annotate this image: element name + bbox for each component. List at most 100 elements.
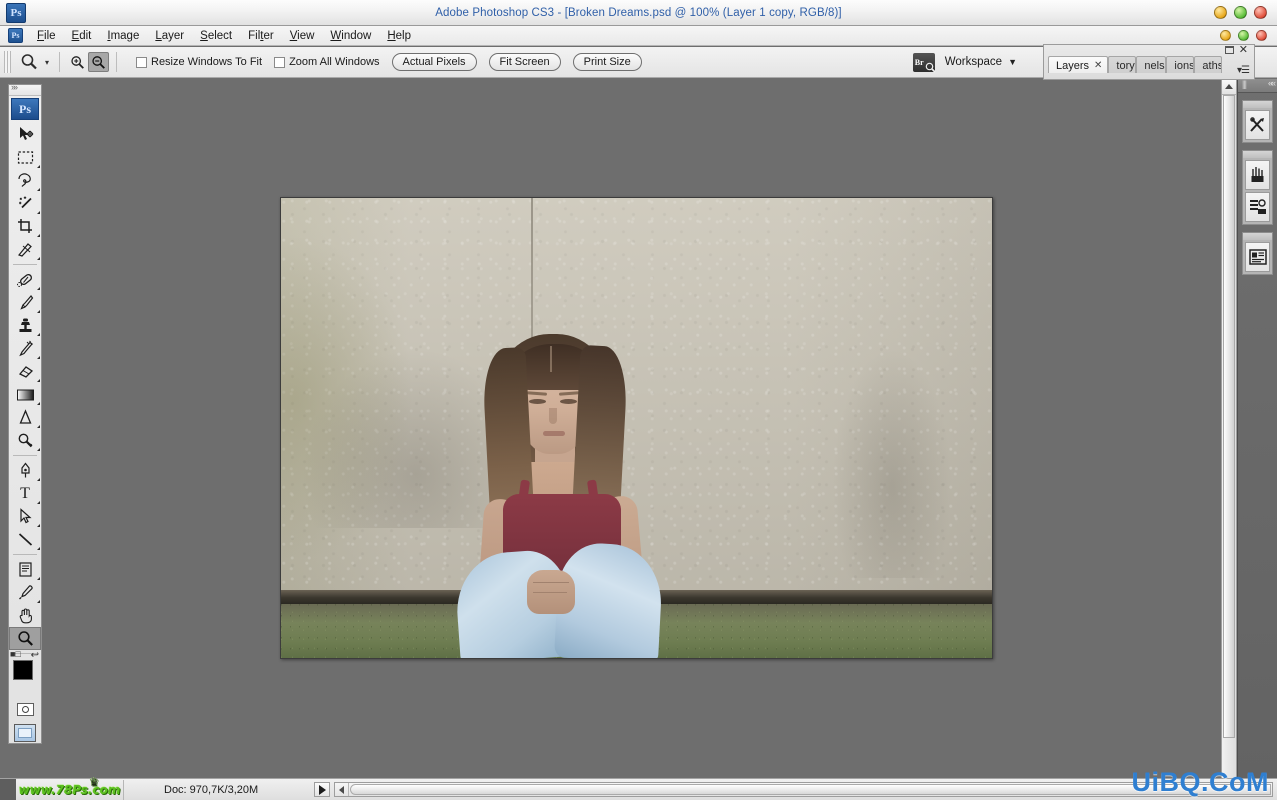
flyout-triangle-icon[interactable]	[37, 356, 40, 359]
flyout-triangle-icon[interactable]	[37, 425, 40, 428]
flyout-triangle-icon[interactable]	[37, 402, 40, 405]
zoom-tool[interactable]	[9, 627, 41, 650]
foreground-color-swatch[interactable]	[13, 660, 33, 680]
menu-window[interactable]: Window	[322, 28, 379, 44]
flyout-triangle-icon[interactable]	[37, 577, 40, 580]
brushes-icon[interactable]	[1245, 160, 1270, 190]
gradient-tool[interactable]	[9, 383, 41, 406]
lasso-tool[interactable]	[9, 169, 41, 192]
print-size-button[interactable]: Print Size	[572, 53, 642, 71]
doc-close-button[interactable]	[1256, 30, 1267, 41]
menu-view[interactable]: View	[282, 28, 323, 44]
canvas-vertical-scrollbar[interactable]	[1221, 79, 1237, 778]
bridge-icon[interactable]: Br	[912, 52, 936, 73]
minimize-button[interactable]	[1214, 6, 1227, 19]
fit-screen-button[interactable]: Fit Screen	[488, 53, 561, 71]
scroll-up-button[interactable]	[1222, 79, 1236, 95]
flyout-triangle-icon[interactable]	[37, 379, 40, 382]
active-tool-icon[interactable]	[16, 51, 42, 73]
screen-mode-button[interactable]	[9, 720, 41, 746]
flyout-triangle-icon[interactable]	[37, 234, 40, 237]
flyout-triangle-icon[interactable]	[37, 287, 40, 290]
pen-tool[interactable]	[9, 459, 41, 482]
tool-preset-chevron-down-icon[interactable]: ▾	[42, 58, 52, 67]
blur-tool[interactable]	[9, 406, 41, 429]
document-canvas-area[interactable]	[48, 79, 1215, 778]
hand-tool[interactable]	[9, 604, 41, 627]
resize-windows-to-fit-checkbox[interactable]: Resize Windows To Fit	[136, 56, 262, 68]
menu-filter[interactable]: Filter	[240, 28, 282, 44]
clone-stamp-tool[interactable]	[9, 314, 41, 337]
status-play-button[interactable]	[314, 782, 331, 797]
flyout-triangle-icon[interactable]	[37, 600, 40, 603]
panel-minimize-icon[interactable]	[1225, 46, 1234, 54]
default-colors-icon[interactable]: ■□	[10, 649, 21, 659]
actual-pixels-button[interactable]: Actual Pixels	[391, 53, 477, 71]
dock-group-1-bar[interactable]	[1243, 101, 1272, 108]
close-button[interactable]	[1254, 6, 1267, 19]
line-tool[interactable]	[9, 528, 41, 551]
image-canvas[interactable]	[280, 197, 993, 659]
flyout-triangle-icon[interactable]	[37, 257, 40, 260]
zoom-in-button[interactable]	[67, 52, 88, 72]
panel-close-icon[interactable]: ✕	[1239, 43, 1248, 56]
panel-menu-icon[interactable]: ▾☰	[1237, 65, 1250, 76]
flyout-triangle-icon[interactable]	[37, 501, 40, 504]
notes-tool[interactable]	[9, 558, 41, 581]
flyout-triangle-icon[interactable]	[37, 310, 40, 313]
zoom-out-button[interactable]	[88, 52, 109, 72]
zoom-all-windows-checkbox[interactable]: Zoom All Windows	[274, 56, 380, 68]
checkbox-box[interactable]	[274, 56, 286, 68]
menu-layer[interactable]: Layer	[147, 28, 192, 44]
flyout-triangle-icon[interactable]	[37, 165, 40, 168]
vertical-scroll-thumb[interactable]	[1223, 95, 1235, 739]
tab-paths[interactable]: aths	[1194, 56, 1223, 73]
flyout-triangle-icon[interactable]	[37, 478, 40, 481]
move-tool[interactable]	[9, 123, 41, 146]
options-bar-grip[interactable]	[4, 51, 11, 73]
flyout-triangle-icon[interactable]	[37, 448, 40, 451]
maximize-button[interactable]	[1234, 6, 1247, 19]
menu-edit[interactable]: Edit	[64, 28, 100, 44]
color-swatches[interactable]: ■□ ↩	[9, 649, 41, 698]
crop-tool[interactable]	[9, 215, 41, 238]
tab-actions[interactable]: ions	[1166, 56, 1195, 73]
dock-collapse-handle[interactable]	[1238, 78, 1277, 93]
quick-mask-icon[interactable]	[16, 702, 34, 716]
flyout-triangle-icon[interactable]	[37, 211, 40, 214]
tab-close-icon[interactable]: ✕	[1094, 60, 1102, 71]
flyout-triangle-icon[interactable]	[37, 188, 40, 191]
dock-group-2-bar[interactable]	[1243, 151, 1272, 158]
flyout-triangle-icon[interactable]	[37, 333, 40, 336]
scroll-left-button[interactable]	[335, 783, 350, 796]
doc-maximize-button[interactable]	[1238, 30, 1249, 41]
menu-select[interactable]: Select	[192, 28, 240, 44]
workspace-chevron-down-icon[interactable]: ▼	[1008, 57, 1017, 67]
flyout-triangle-icon[interactable]	[37, 524, 40, 527]
tool-presets-icon[interactable]	[1245, 110, 1270, 140]
menu-image[interactable]: Image	[99, 28, 147, 44]
menu-file[interactable]: File	[29, 28, 64, 44]
eyedropper-tool[interactable]	[9, 581, 41, 604]
history-brush-tool[interactable]	[9, 337, 41, 360]
eraser-tool[interactable]	[9, 360, 41, 383]
layer-comps-icon[interactable]	[1245, 192, 1270, 222]
brush-tool[interactable]	[9, 291, 41, 314]
panel-dock-titlebar[interactable]: ✕	[1044, 43, 1254, 56]
dodge-tool[interactable]	[9, 429, 41, 452]
tab-history[interactable]: tory	[1108, 56, 1137, 73]
menu-help[interactable]: Help	[379, 28, 419, 44]
flyout-triangle-icon[interactable]	[37, 547, 40, 550]
healing-brush-tool[interactable]	[9, 268, 41, 291]
type-tool[interactable]: T	[9, 482, 41, 505]
path-selection-tool[interactable]	[9, 505, 41, 528]
screen-mode-icon[interactable]	[14, 724, 36, 742]
tab-layers[interactable]: Layers ✕	[1048, 56, 1109, 73]
quick-mask-toggle[interactable]	[9, 698, 41, 720]
slice-tool[interactable]	[9, 238, 41, 261]
rectangular-marquee-tool[interactable]	[9, 146, 41, 169]
toolbar-collapse-handle[interactable]	[9, 82, 41, 96]
checkbox-box[interactable]	[136, 56, 147, 68]
info-panel-icon[interactable]	[1245, 242, 1270, 272]
doc-minimize-button[interactable]	[1220, 30, 1231, 41]
